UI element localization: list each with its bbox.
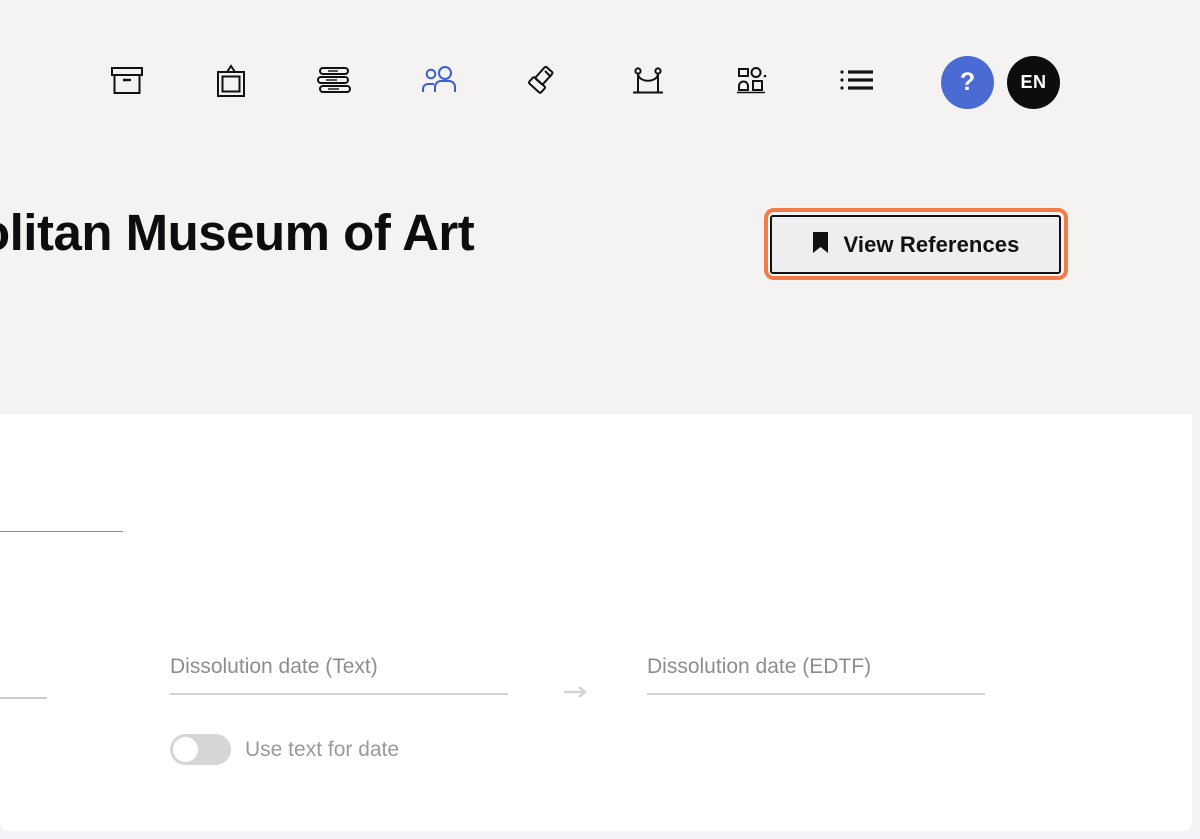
page-title: Metropolitan Museum of Art: [0, 204, 475, 261]
dissolution-date-edtf-underline: [647, 693, 985, 695]
gallery-layout-icon[interactable]: [730, 58, 776, 104]
language-button[interactable]: EN: [1007, 56, 1060, 109]
clipped-field-underline-upper: [0, 531, 123, 532]
stanchion-rope-icon[interactable]: [625, 58, 671, 104]
arrow-right-icon: [563, 684, 589, 700]
dissolution-date-text-label: Dissolution date (Text): [170, 655, 378, 678]
use-text-for-date-toggle[interactable]: [170, 734, 231, 765]
use-text-for-date-label: Use text for date: [245, 737, 400, 761]
app-window: ? EN Metropolitan Museum of Art View Ref…: [0, 0, 1192, 831]
gavel-icon[interactable]: [520, 58, 566, 104]
top-navigation-bar: ? EN: [0, 0, 1192, 155]
bulleted-list-icon[interactable]: [834, 58, 880, 104]
view-references-button[interactable]: View References: [770, 215, 1061, 274]
bookmark-icon: [812, 231, 829, 259]
people-icon[interactable]: [416, 58, 462, 104]
dissolution-date-text-field[interactable]: Dissolution date (Text): [170, 655, 508, 695]
books-stack-icon[interactable]: [312, 58, 358, 104]
dissolution-date-text-underline: [170, 693, 508, 695]
archive-box-icon[interactable]: [104, 58, 150, 104]
dissolution-date-edtf-label: Dissolution date (EDTF): [647, 655, 872, 678]
vertical-scrollbar-track[interactable]: [1177, 0, 1191, 839]
view-references-label: View References: [843, 231, 1020, 257]
clipped-field-underline-lower: [0, 697, 47, 699]
framed-artwork-icon[interactable]: [208, 58, 254, 104]
dissolution-date-edtf-field[interactable]: Dissolution date (EDTF): [647, 655, 985, 695]
use-text-for-date-row: Use text for date: [170, 734, 399, 765]
help-button[interactable]: ?: [941, 56, 994, 109]
form-area: Dissolution date (Text) Dissolution date…: [0, 414, 1192, 831]
